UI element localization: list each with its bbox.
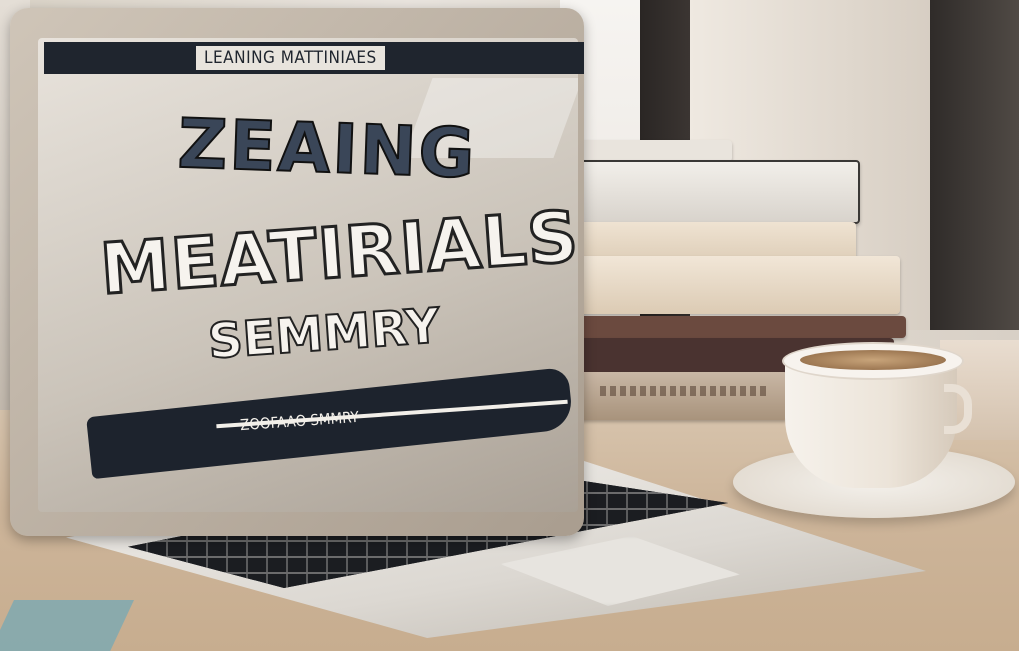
screen-header-bar: LEANING MATTINIAES — [44, 42, 584, 74]
screen-header-text: LEANING MATTINIAES — [196, 46, 385, 70]
coffee-surface — [800, 350, 946, 370]
screen-title-line-1: ZEAING — [176, 104, 479, 195]
book-bottom — [578, 372, 788, 420]
photo-scene: LEANING MATTINIAES ZEAING MEATIRIALS SEM… — [0, 0, 1019, 651]
book-brown-thin — [576, 316, 906, 338]
book-spine-text — [600, 386, 770, 396]
right-dark-panel — [930, 0, 1019, 330]
book-white — [556, 160, 860, 224]
book-beige — [566, 256, 900, 314]
